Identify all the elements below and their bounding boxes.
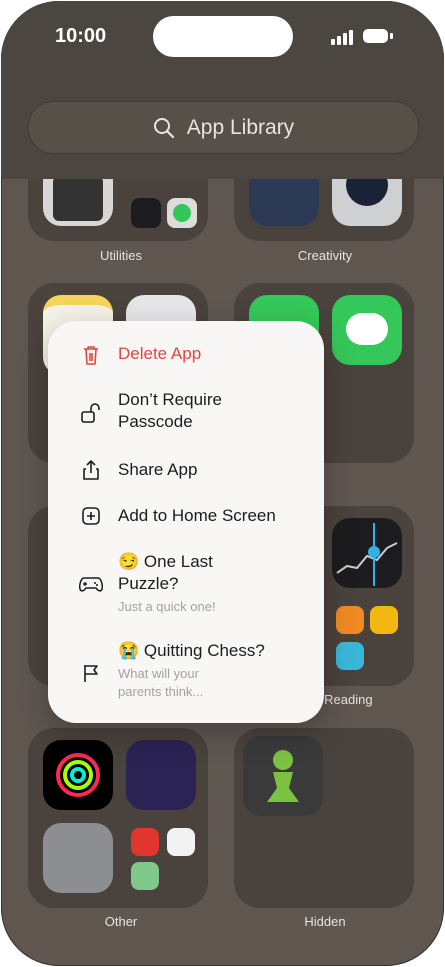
messages-app-icon[interactable] [332,295,402,365]
siri-app-icon[interactable] [43,823,113,893]
menu-item-dont-require-passcode[interactable]: Don’t Require Passcode [48,389,324,435]
testflight-app-icon[interactable] [131,828,159,856]
books-app-icon[interactable] [336,606,364,634]
health-app-icon[interactable] [167,828,195,856]
one-last-puzzle-subtitle: Just a quick one! [118,599,216,614]
shortcuts-app-icon[interactable] [126,740,196,810]
menu-item-quitting-chess[interactable]: 😭 Quitting Chess? What will your parents… [48,640,324,704]
tips-app-icon[interactable] [370,606,398,634]
dynamic-island [153,16,293,57]
cellular-signal-icon [331,29,355,45]
translate-app-icon[interactable] [336,642,364,670]
flag-icon [84,665,98,682]
share-app-label: Share App [118,460,198,479]
app-library-search[interactable]: App Library [28,101,419,154]
phone-screen: 10:00 App Library Utilities Creativity n… [1,1,444,966]
battery-icon [363,29,393,44]
chess-pawn-icon [267,750,299,802]
menu-item-share-app[interactable]: Share App [48,459,324,483]
fitness-app-icon[interactable] [43,740,113,810]
stocks-chart-icon [336,523,398,586]
menu-item-add-to-home-screen[interactable]: Add to Home Screen [48,505,324,529]
add-square-icon [82,507,100,525]
status-time: 10:00 [55,25,107,47]
game-controller-icon [79,577,103,592]
search-icon [153,117,174,138]
folder-label-utilities: Utilities [100,248,142,263]
share-icon [83,460,99,480]
search-placeholder: App Library [186,115,295,139]
find-my-app-icon[interactable] [167,198,197,228]
top-bar: 10:00 App Library [1,1,444,179]
dont-require-passcode-label: Don’t Require Passcode [118,390,222,431]
maps-app-icon[interactable] [131,862,159,890]
chess-app-icon[interactable] [243,736,323,816]
quitting-chess-label: 😭 Quitting Chess? [118,641,265,660]
stocks-app-icon[interactable] [332,518,402,588]
folder-label-other: Other [104,914,138,929]
menu-item-one-last-puzzle[interactable]: 😏 One Last Puzzle? Just a quick one! [48,551,324,619]
folder-label-hidden: Hidden [304,914,346,929]
menu-item-delete-app[interactable]: Delete App [48,343,324,367]
unlock-icon [81,403,100,423]
add-to-home-screen-label: Add to Home Screen [118,506,276,525]
one-last-puzzle-label: 😏 One Last Puzzle? [118,552,213,593]
app-context-menu: Delete App Don’t Require Passcode Share … [48,321,324,723]
folder-other[interactable] [28,728,208,908]
delete-app-label: Delete App [118,344,202,363]
folder-label-creativity: Creativity [297,248,353,263]
measure-app-icon[interactable] [131,198,161,228]
folder-hidden[interactable] [234,728,414,908]
quitting-chess-subtitle: What will your parents think... [118,666,204,699]
trash-icon [84,346,98,365]
